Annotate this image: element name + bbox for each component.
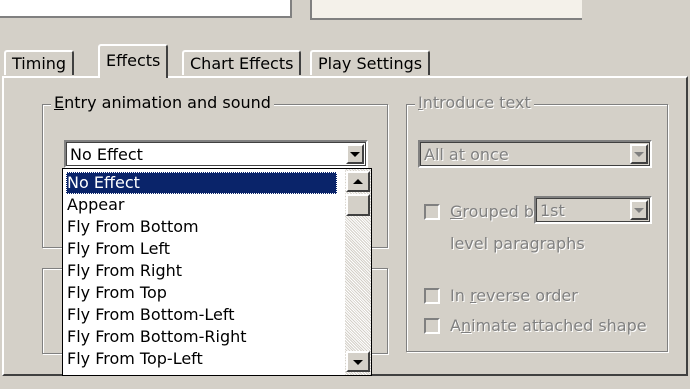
animate-attached-shape-checkbox[interactable] xyxy=(424,318,440,334)
list-item[interactable]: Fly From Bottom-Right xyxy=(66,326,247,348)
chevron-down-icon xyxy=(350,152,360,157)
effect-combo-dropdown-button[interactable] xyxy=(346,144,364,164)
list-item[interactable]: No Effect xyxy=(66,172,337,194)
list-item[interactable]: Fly From Top xyxy=(66,282,167,304)
chevron-up-icon xyxy=(353,178,363,184)
reverse-order-checkbox[interactable] xyxy=(424,288,440,304)
preview-image-box xyxy=(310,0,582,20)
list-item[interactable]: Fly From Right xyxy=(66,260,182,282)
tab-effects[interactable]: Effects xyxy=(98,44,169,78)
effect-combo-value: No Effect xyxy=(70,145,143,164)
level-paragraphs-label: level paragraphs xyxy=(450,234,585,253)
scroll-down-button[interactable] xyxy=(346,351,370,372)
animate-attached-shape-label: Animate attached shape xyxy=(450,316,647,335)
tab-strip: Timing Effects Chart Effects Play Settin… xyxy=(0,42,690,78)
scroll-up-button[interactable] xyxy=(346,171,370,192)
tab-play-settings[interactable]: Play Settings xyxy=(310,50,431,75)
list-item[interactable]: Fly From Bottom xyxy=(66,216,199,238)
list-item[interactable]: Fly From Left xyxy=(66,238,170,260)
tab-timing[interactable]: Timing xyxy=(4,50,75,75)
effect-dropdown-list[interactable]: No Effect Appear Fly From Bottom Fly Fro… xyxy=(62,168,372,376)
chevron-down-icon xyxy=(353,359,363,365)
list-item[interactable]: Fly From Bottom-Left xyxy=(66,304,235,326)
introduce-combo-dropdown-button[interactable] xyxy=(630,144,648,164)
scroll-thumb[interactable] xyxy=(346,194,370,216)
chevron-down-icon xyxy=(634,152,644,157)
introduce-text-combo-value: All at once xyxy=(424,145,509,164)
level-combo-value: 1st xyxy=(540,201,565,220)
level-combo[interactable]: 1st xyxy=(534,196,652,224)
introduce-text-combo[interactable]: All at once xyxy=(418,140,652,168)
top-left-preview-box xyxy=(0,0,292,18)
effect-combo[interactable]: No Effect xyxy=(64,140,368,168)
level-combo-dropdown-button[interactable] xyxy=(630,200,648,220)
window-top-strip xyxy=(0,0,690,22)
grouped-by-checkbox[interactable] xyxy=(424,204,440,220)
reverse-order-label: In reverse order xyxy=(450,286,578,305)
dropdown-scrollbar[interactable] xyxy=(345,169,371,375)
introduce-text-label: Introduce text xyxy=(415,93,534,113)
entry-animation-label: Entry animation and sound xyxy=(51,93,274,113)
list-item[interactable]: Appear xyxy=(66,194,124,216)
tab-chart-effects[interactable]: Chart Effects xyxy=(182,50,302,75)
chevron-down-icon xyxy=(634,208,644,213)
grouped-by-label: Grouped by xyxy=(450,202,544,221)
list-item[interactable]: Fly From Top-Left xyxy=(66,348,203,370)
